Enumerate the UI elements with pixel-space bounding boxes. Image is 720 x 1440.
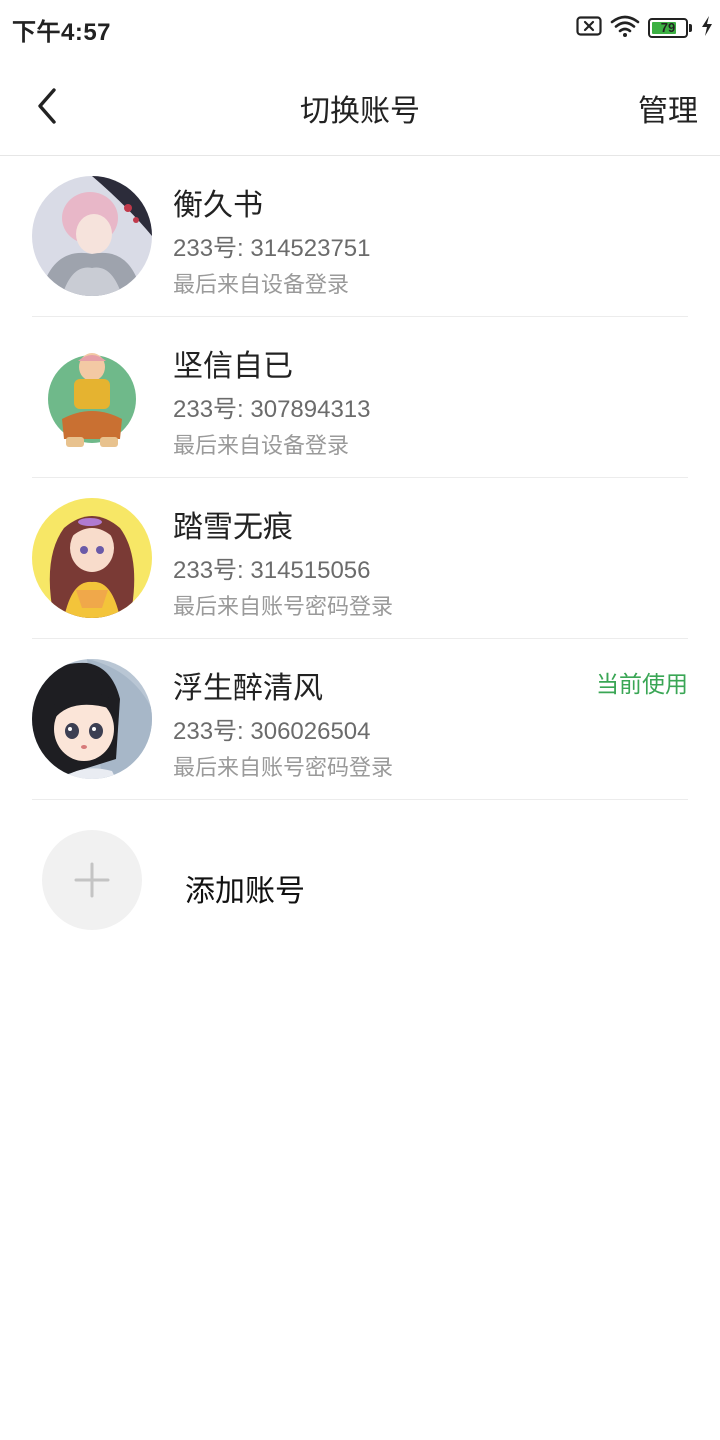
- sim-x-icon: [576, 15, 602, 41]
- account-id: 233号: 306026504: [173, 718, 371, 745]
- battery-tip: [689, 24, 692, 32]
- status-time: 下午4:57: [12, 19, 112, 46]
- account-name: 浮生醉清风: [173, 672, 323, 705]
- avatar: [32, 176, 152, 296]
- plus-icon: [42, 862, 142, 934]
- account-id: 233号: 314515056: [173, 557, 371, 584]
- account-item[interactable]: 踏雪无痕 233号: 314515056 最后来自账号密码登录: [32, 478, 688, 639]
- battery-icon: 79: [648, 18, 688, 38]
- avatar: [32, 659, 152, 779]
- manage-button[interactable]: 管理: [638, 86, 698, 130]
- account-name: 衡久书: [173, 189, 263, 222]
- avatar: [32, 337, 152, 457]
- account-login-method: 最后来自账号密码登录: [173, 594, 394, 619]
- account-name: 坚信自已: [173, 350, 293, 383]
- add-account-label: 添加账号: [185, 875, 305, 908]
- status-icons: 79: [576, 14, 714, 42]
- account-list: 衡久书 233号: 314523751 最后来自设备登录 坚信自已 233号: …: [0, 156, 720, 800]
- account-item[interactable]: 衡久书 233号: 314523751 最后来自设备登录: [32, 156, 688, 317]
- avatar: [32, 498, 152, 618]
- account-item[interactable]: 浮生醉清风 233号: 306026504 最后来自账号密码登录 当前使用: [32, 639, 688, 800]
- status-bar: 下午4:57 79: [0, 0, 720, 56]
- account-id: 233号: 307894313: [173, 396, 371, 423]
- account-item[interactable]: 坚信自已 233号: 307894313 最后来自设备登录: [32, 317, 688, 478]
- header: 切换账号 管理: [0, 56, 720, 156]
- add-account-button[interactable]: 添加账号: [32, 800, 688, 960]
- charging-bolt-icon: [700, 15, 714, 42]
- account-login-method: 最后来自设备登录: [173, 433, 350, 458]
- account-login-method: 最后来自账号密码登录: [173, 755, 394, 780]
- battery-level: 79: [660, 20, 676, 35]
- account-name: 踏雪无痕: [173, 511, 293, 544]
- account-id: 233号: 314523751: [173, 235, 371, 262]
- current-account-badge: 当前使用: [596, 671, 688, 697]
- page-title: 切换账号: [300, 95, 420, 128]
- wifi-icon: [610, 14, 640, 43]
- account-login-method: 最后来自设备登录: [173, 272, 350, 297]
- add-account-circle: [42, 830, 142, 930]
